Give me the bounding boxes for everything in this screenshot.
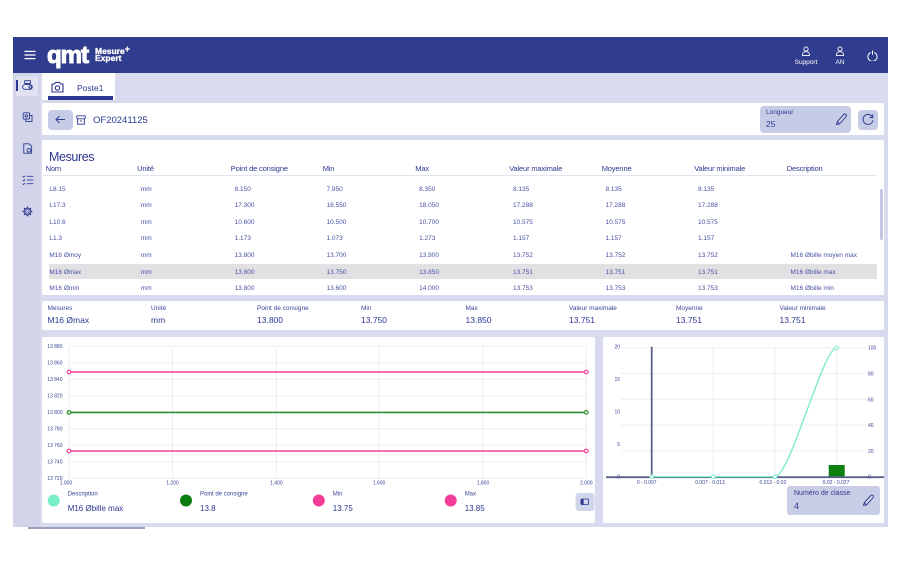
svg-text:13 780: 13 780 xyxy=(47,427,63,433)
svg-text:20: 20 xyxy=(614,345,620,351)
svg-text:13 820: 13 820 xyxy=(47,394,63,400)
svg-text:13 840: 13 840 xyxy=(47,377,63,383)
svg-text:5: 5 xyxy=(617,442,620,448)
svg-text:15: 15 xyxy=(614,377,620,383)
svg-text:13 880: 13 880 xyxy=(47,344,63,350)
svg-text:13 760: 13 760 xyxy=(47,443,63,449)
svg-text:0: 0 xyxy=(617,475,620,481)
svg-text:0 - 0.007: 0 - 0.007 xyxy=(637,480,657,486)
svg-text:1.600: 1.600 xyxy=(373,481,386,487)
svg-text:1.400: 1.400 xyxy=(270,481,283,487)
svg-text:Min: Min xyxy=(333,492,343,498)
svg-text:13.75: 13.75 xyxy=(333,504,354,513)
svg-text:13 740: 13 740 xyxy=(47,460,63,466)
svg-text:Point de consigne: Point de consigne xyxy=(200,492,248,498)
svg-text:0: 0 xyxy=(868,475,871,481)
svg-text:0.007 - 0.013: 0.007 - 0.013 xyxy=(695,480,725,486)
svg-text:M16 Øbille max: M16 Øbille max xyxy=(68,504,124,513)
svg-text:1.200: 1.200 xyxy=(166,481,179,487)
svg-text:Description: Description xyxy=(68,492,98,498)
svg-text:80: 80 xyxy=(868,372,874,378)
svg-text:1.800: 1.800 xyxy=(477,481,490,487)
svg-text:13.85: 13.85 xyxy=(465,504,486,513)
svg-text:1.000: 1.000 xyxy=(60,481,73,487)
svg-text:20: 20 xyxy=(868,449,874,455)
svg-text:Max: Max xyxy=(465,492,476,498)
svg-text:13 800: 13 800 xyxy=(47,410,63,416)
svg-text:13 860: 13 860 xyxy=(47,361,63,367)
svg-text:60: 60 xyxy=(868,397,874,403)
svg-text:2.000: 2.000 xyxy=(580,481,593,487)
svg-text:10: 10 xyxy=(614,410,620,416)
svg-text:40: 40 xyxy=(868,423,874,429)
svg-text:100: 100 xyxy=(868,346,877,352)
svg-text:0.013 - 0.02: 0.013 - 0.02 xyxy=(760,480,787,486)
svg-text:13.8: 13.8 xyxy=(200,504,216,513)
